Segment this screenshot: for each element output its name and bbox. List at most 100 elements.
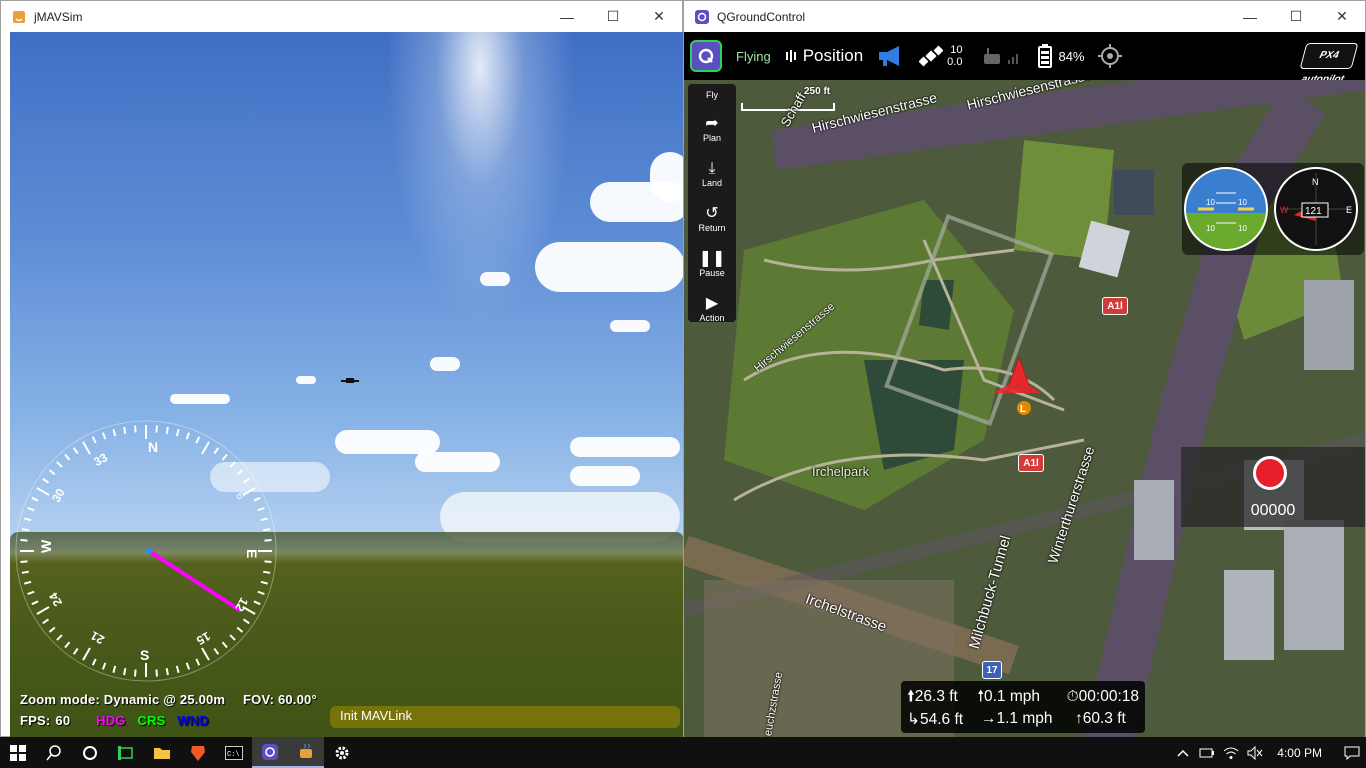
show-hidden-icons-button[interactable] [1171, 737, 1195, 768]
highway-shield: A1l [1102, 297, 1128, 315]
chevron-up-icon [1177, 749, 1189, 757]
telemetry-panel[interactable]: 🠙26.3 ft 🠕0.1 mph ⏱00:00:18 ↳54.6 ft →1.… [901, 681, 1145, 733]
compass-6-label: 6 [233, 489, 249, 502]
camera-panel: 00000 [1181, 447, 1365, 527]
svg-text:10: 10 [1238, 198, 1247, 207]
rc-indicator[interactable] [982, 46, 1022, 66]
clock[interactable]: 4:00 PM [1277, 746, 1322, 760]
close-button[interactable]: ✕ [1319, 1, 1365, 32]
compass-tick [27, 590, 35, 596]
vertical-speed-value: 0.1 mph [983, 687, 1040, 705]
ground-speed-value: 1.1 mph [996, 710, 1053, 727]
compass-tick [31, 496, 39, 502]
maximize-button[interactable]: ☐ [1273, 1, 1319, 32]
compass-tick [64, 641, 71, 649]
qgc-titlebar[interactable]: QGroundControl — ☐ ✕ [684, 1, 1365, 32]
record-button[interactable] [1253, 456, 1287, 490]
java-taskbar-button[interactable] [288, 737, 324, 768]
battery-indicator[interactable]: 84% [1038, 44, 1085, 68]
brave-browser-button[interactable] [180, 737, 216, 768]
volume-muted-icon [1247, 745, 1263, 760]
task-view-button[interactable] [108, 737, 144, 768]
system-tray: 4:00 PM [1171, 737, 1366, 768]
flight-mode-selector[interactable]: Position [785, 46, 863, 66]
action-center-button[interactable] [1338, 737, 1366, 768]
maximize-button[interactable]: ☐ [590, 1, 636, 32]
messages-indicator[interactable] [877, 44, 905, 68]
compass-tick [134, 425, 137, 433]
compass-tick [185, 662, 191, 670]
network-button[interactable] [1219, 737, 1243, 768]
instrument-gauges: 10 10 10 10 121 N E W [1184, 167, 1358, 251]
compass-tick [229, 461, 236, 468]
heading-readout: 121 [1305, 206, 1322, 217]
compass-tick [260, 580, 268, 585]
tool-action[interactable]: ▶ Action [688, 286, 736, 331]
compass-tick [175, 429, 180, 437]
vehicle-state[interactable]: Flying [736, 49, 771, 64]
compass-tick [195, 436, 201, 444]
volume-button[interactable] [1243, 737, 1267, 768]
minimize-button[interactable]: — [1227, 1, 1273, 32]
jmavsim-titlebar[interactable]: jMAVSim — ☐ ✕ [1, 1, 682, 32]
compass-tick [263, 528, 271, 532]
altitude-row: 🠙26.3 ft [907, 687, 958, 705]
compass-tick [20, 539, 28, 542]
compass-tick [213, 447, 220, 455]
compass-tick [236, 626, 244, 633]
qgc-toolbar: Flying Position 10 0.0 84% PX4 [684, 32, 1365, 85]
notifications-icon [1344, 746, 1360, 760]
qgc-menu-button[interactable] [690, 40, 722, 72]
tool-action-label: Action [699, 312, 725, 323]
close-button[interactable]: ✕ [636, 1, 682, 32]
start-button[interactable] [0, 737, 36, 768]
land-icon: ⤓ [708, 159, 716, 177]
tool-return[interactable]: ↺ Return [688, 196, 736, 241]
settings-button[interactable] [324, 737, 360, 768]
cmd-button[interactable]: C:\ [216, 737, 252, 768]
compass-tick [260, 517, 268, 522]
window-title: jMAVSim [34, 9, 83, 24]
distance-home-value: 60.3 ft [1082, 710, 1126, 727]
minimize-button[interactable]: — [544, 1, 590, 32]
wnd-legend: WND [177, 713, 209, 728]
map-view[interactable]: L 250 ft Hirschwiesenstrasse Hirschwiese… [684, 80, 1365, 737]
jmavsim-window: jMAVSim — ☐ ✕ N E S W 33 30 24 21 15 12 … [0, 0, 684, 738]
compass-tick [20, 560, 28, 563]
fps-value: 60 [55, 713, 71, 728]
battery-percent: 84% [1058, 48, 1085, 64]
gps-count: 10 [950, 44, 963, 56]
cortana-button[interactable] [72, 737, 108, 768]
tool-plan[interactable]: ➦ Plan [688, 106, 736, 151]
tool-fly[interactable]: Fly [688, 84, 736, 106]
qgc-logo-icon [698, 48, 714, 64]
simulation-view[interactable]: N E S W 33 30 24 21 15 12 6 Zoom mode: D… [10, 32, 684, 738]
qgc-taskbar-button[interactable] [252, 737, 288, 768]
tool-land[interactable]: ⤓ Land [688, 151, 736, 196]
compass-tick [36, 487, 50, 496]
crosshair-icon [1097, 44, 1122, 68]
compass-tick [221, 453, 228, 461]
gps-rtk-indicator[interactable] [1097, 43, 1123, 69]
compass-tick [123, 426, 127, 434]
compass-tick [229, 634, 236, 641]
compass-tick [175, 665, 180, 673]
tool-return-label: Return [698, 222, 726, 233]
compass-w-label: W [38, 539, 54, 553]
compass-tick [36, 606, 50, 615]
tool-pause[interactable]: ❚❚ Pause [688, 241, 736, 286]
compass-tick [101, 432, 107, 440]
satellite-icon [919, 45, 944, 67]
file-explorer-button[interactable] [144, 737, 180, 768]
qgc-icon [262, 743, 278, 760]
pause-icon: ❚❚ [698, 249, 726, 267]
compass-tick [48, 626, 56, 633]
compass-tick [264, 560, 272, 563]
gps-indicator[interactable]: 10 0.0 [919, 44, 962, 68]
power-button[interactable] [1195, 737, 1219, 768]
search-button[interactable] [36, 737, 72, 768]
hdg-legend: HDG [96, 713, 126, 728]
flight-mode-label: Position [802, 46, 864, 65]
compass-e-label: E [244, 549, 260, 558]
compass-tick [242, 618, 250, 625]
